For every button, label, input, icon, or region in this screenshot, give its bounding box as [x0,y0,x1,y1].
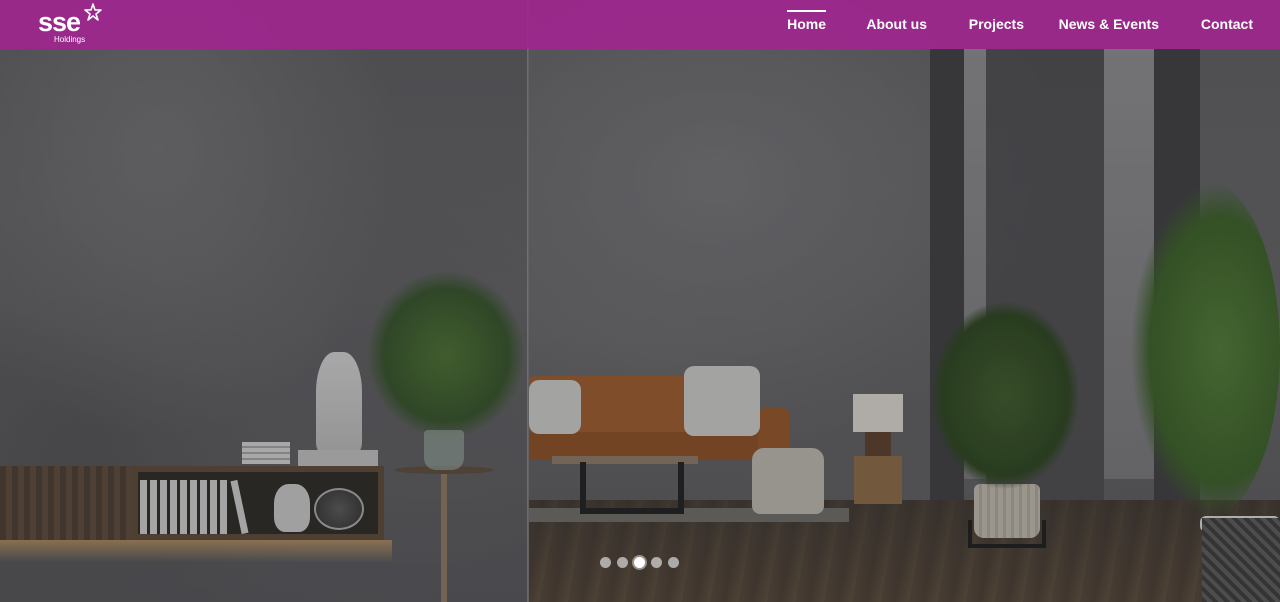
carousel-dot-4[interactable] [651,557,662,568]
nav-projects[interactable]: Projects [969,16,1024,32]
nav-news-events[interactable]: News & Events [1059,16,1159,32]
carousel-dot-3[interactable] [634,557,645,568]
hero-banner [0,0,1280,602]
carousel-dot-2[interactable] [617,557,628,568]
nav-contact[interactable]: Contact [1201,16,1253,32]
panel-divider [527,0,529,602]
nav-about-us[interactable]: About us [866,16,927,32]
logo-text: sse [38,7,81,37]
logo-subtext: Holdings [54,35,86,44]
carousel-dot-1[interactable] [600,557,611,568]
carousel-dot-5[interactable] [668,557,679,568]
top-navbar: sse Holdings Home About us Projects News… [0,0,1280,49]
star-icon [84,3,102,21]
hero-dim-overlay [0,0,1280,602]
nav-home[interactable]: Home [787,10,826,32]
brand-logo[interactable]: sse Holdings [38,3,108,46]
